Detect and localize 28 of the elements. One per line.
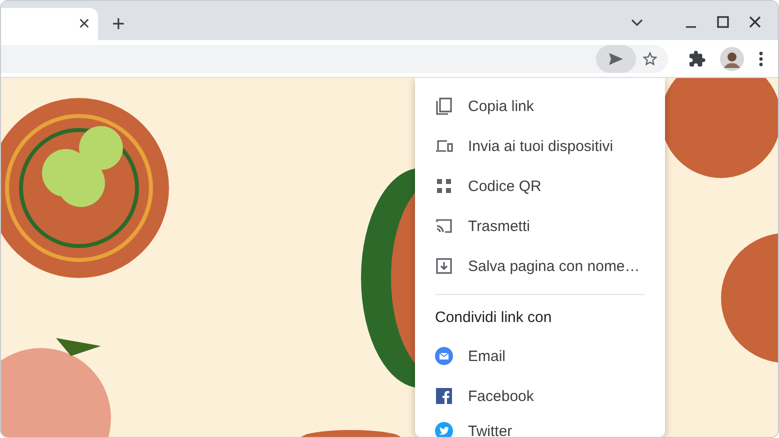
- send-icon: [608, 52, 624, 66]
- maximize-icon[interactable]: [716, 15, 730, 29]
- more-menu-icon[interactable]: [758, 50, 764, 66]
- menu-item[interactable]: Salva pagina con nome…: [415, 246, 665, 286]
- new-tab-button[interactable]: +: [112, 13, 125, 35]
- section-heading: Condividi link con: [434, 308, 553, 328]
- devices-icon: [435, 137, 453, 155]
- download-icon: [435, 257, 453, 275]
- menu-item[interactable]: Copia link: [415, 86, 665, 126]
- browser-tab[interactable]: ×: [1, 8, 98, 40]
- qr-code-icon: [435, 177, 453, 195]
- puzzle-icon[interactable]: [688, 50, 706, 68]
- menu-item[interactable]: Facebook: [415, 376, 665, 416]
- menu-item[interactable]: Trasmetti: [415, 206, 665, 246]
- close-icon[interactable]: [748, 15, 762, 29]
- menu-item[interactable]: Invia ai tuoi dispositivi: [415, 126, 665, 166]
- menu-item[interactable]: Codice QR: [415, 166, 665, 206]
- envelope-icon: [435, 347, 453, 365]
- close-tab-button[interactable]: ×: [78, 14, 90, 34]
- star-icon[interactable]: [642, 50, 658, 66]
- menu-item[interactable]: Email: [415, 336, 665, 376]
- menu-item[interactable]: Twitter: [415, 416, 665, 437]
- facebook-icon: [435, 387, 453, 405]
- share-button[interactable]: [596, 44, 636, 72]
- avatar-icon[interactable]: [720, 46, 744, 70]
- leaf-drawing: [56, 338, 101, 356]
- copy-icon: [435, 97, 453, 115]
- cast-icon: [435, 217, 453, 235]
